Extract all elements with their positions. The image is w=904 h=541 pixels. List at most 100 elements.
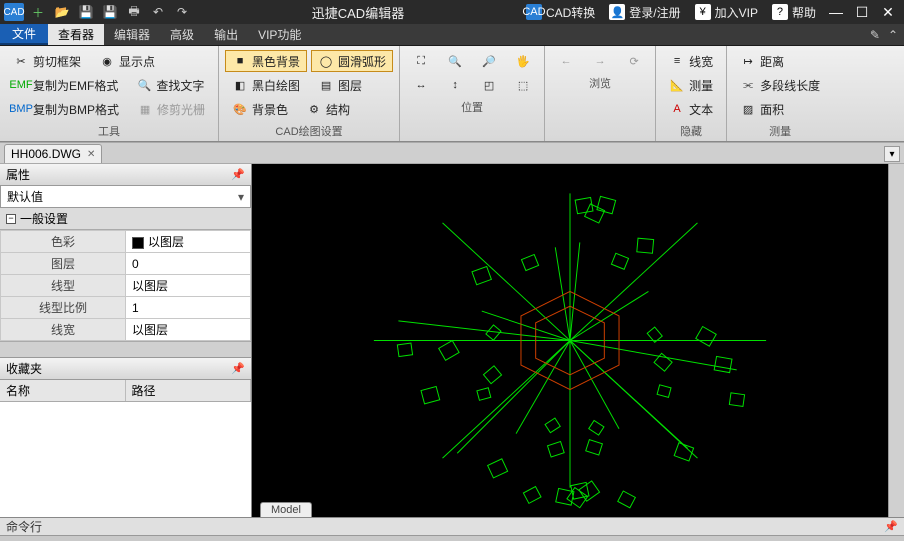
close-button[interactable]: ✕ — [876, 2, 900, 22]
zoom-extents-button[interactable]: ⛶ — [406, 50, 436, 72]
text-toggle-button[interactable]: A文本 — [662, 98, 720, 120]
tabs-dropdown[interactable]: ▾ — [884, 146, 900, 162]
zoom-in-button[interactable]: 🔍 — [440, 50, 470, 72]
measure-toggle-button[interactable]: 📐测量 — [662, 74, 720, 96]
cad-convert-icon: CAD — [526, 4, 542, 20]
save-as-icon[interactable]: 💾 — [100, 3, 120, 21]
refresh-icon: ⟳ — [626, 53, 642, 69]
undo-icon[interactable]: ↶ — [148, 3, 168, 21]
collapse-section-icon[interactable]: − — [6, 214, 16, 224]
favorites-list — [0, 402, 251, 517]
group-label-hide: 隐藏 — [662, 120, 720, 141]
minimize-button[interactable]: — — [824, 2, 848, 22]
ribbon-group-tools: ✂剪切框架 ◉显示点 EMF复制为EMF格式 🔍查找文字 BMP复制为BMP格式… — [0, 46, 219, 141]
yen-icon: ¥ — [695, 4, 711, 20]
open-icon[interactable]: 📂 — [52, 3, 72, 21]
prop-row: 线宽以图层 — [1, 319, 251, 341]
pin-icon[interactable]: 📌 — [231, 362, 245, 375]
find-text-button[interactable]: 🔍查找文字 — [129, 74, 211, 96]
document-tab-label: HH006.DWG — [11, 147, 81, 161]
zoom-all-button[interactable]: ⬚ — [508, 74, 538, 96]
menu-bar: 文件 查看器 编辑器 高级 输出 VIP功能 ✎ ⌃ — [0, 24, 904, 46]
col-path[interactable]: 路径 — [126, 380, 252, 401]
tab-viewer[interactable]: 查看器 — [48, 24, 104, 45]
zoom-in-icon: 🔍 — [447, 53, 463, 69]
title-bar: CAD ＋ 📂 💾 💾 🖶 ↶ ↷ 迅捷CAD编辑器 CADCAD转换 👤登录/… — [0, 0, 904, 24]
copy-bmp-button[interactable]: BMP复制为BMP格式 — [6, 98, 126, 120]
show-dot-button[interactable]: ◉显示点 — [92, 50, 162, 72]
bw-draw-button[interactable]: ◧黑白绘图 — [225, 74, 307, 96]
default-combo[interactable]: 默认值 ▾ — [0, 186, 251, 208]
fit-width-button[interactable]: ↔ — [406, 74, 436, 96]
section-label: 一般设置 — [20, 210, 68, 227]
redo-icon[interactable]: ↷ — [172, 3, 192, 21]
hand-icon: 🖐 — [515, 53, 531, 69]
zoom-window-button[interactable]: ◰ — [474, 74, 504, 96]
favorites-header: 收藏夹 📌 — [0, 358, 251, 380]
tab-output[interactable]: 输出 — [204, 24, 248, 45]
ribbon-group-hide: ≡线宽 📐测量 A文本 隐藏 — [656, 46, 727, 141]
tab-vip[interactable]: VIP功能 — [248, 24, 311, 45]
vip-link[interactable]: ¥加入VIP — [689, 4, 764, 21]
help-link[interactable]: ?帮助 — [766, 4, 822, 21]
pin-icon[interactable]: 📌 — [231, 168, 245, 181]
print-icon[interactable]: 🖶 — [124, 3, 144, 21]
zoom-out-button[interactable]: 🔎 — [474, 50, 504, 72]
group-label-tools: 工具 — [6, 120, 212, 141]
command-line[interactable]: 命令行 📌 — [0, 517, 904, 535]
fit-height-button[interactable]: ↕ — [440, 74, 470, 96]
area-icon: ▨ — [740, 101, 756, 117]
document-tab[interactable]: HH006.DWG ✕ — [4, 144, 102, 163]
structure-button[interactable]: ⚙结构 — [299, 98, 357, 120]
lineweight-icon: ≡ — [669, 53, 685, 69]
lineweight-button[interactable]: ≡线宽 — [662, 50, 720, 72]
polyline-length-button[interactable]: ⫘多段线长度 — [733, 74, 827, 96]
palette-icon: 🎨 — [232, 101, 248, 117]
pin-icon[interactable]: 📌 — [884, 520, 898, 533]
tab-editor[interactable]: 编辑器 — [104, 24, 160, 45]
black-bg-icon: ■ — [232, 53, 248, 69]
status-bar — [0, 535, 904, 541]
col-name[interactable]: 名称 — [0, 380, 126, 401]
black-bg-button[interactable]: ■黑色背景 — [225, 50, 307, 72]
property-section[interactable]: − 一般设置 — [0, 208, 251, 230]
new-icon[interactable]: ＋ — [28, 3, 48, 21]
zoom-all-icon: ⬚ — [515, 77, 531, 93]
drawing-canvas[interactable] — [252, 164, 888, 517]
smooth-arc-button[interactable]: ◯圆滑弧形 — [311, 50, 393, 72]
combo-value: 默认值 — [7, 188, 43, 205]
prop-row: 线型以图层 — [1, 275, 251, 297]
refresh-button: ⟳ — [619, 50, 649, 72]
distance-button[interactable]: ↦距离 — [733, 50, 791, 72]
file-menu[interactable]: 文件 — [0, 24, 48, 45]
ribbon-group-browse: ← → ⟳ 浏览 — [545, 46, 656, 141]
pan-button[interactable]: 🖐 — [508, 50, 538, 72]
group-label-position: 位置 — [406, 96, 538, 117]
properties-scrollbar[interactable] — [0, 341, 251, 357]
ribbon-group-cad-settings: ■黑色背景 ◯圆滑弧形 ◧黑白绘图 ▤图层 🎨背景色 ⚙结构 CAD绘图设置 — [219, 46, 400, 141]
text-icon: A — [669, 101, 685, 117]
command-line-label: 命令行 — [6, 518, 42, 535]
vertical-scrollbar[interactable] — [888, 164, 904, 517]
tab-advanced[interactable]: 高级 — [160, 24, 204, 45]
favorites-columns: 名称 路径 — [0, 380, 251, 402]
bw-icon: ◧ — [232, 77, 248, 93]
maximize-button[interactable]: ☐ — [850, 2, 874, 22]
favorites-pane: 收藏夹 📌 名称 路径 — [0, 357, 251, 517]
copy-emf-button[interactable]: EMF复制为EMF格式 — [6, 74, 125, 96]
pencil-icon[interactable]: ✎ — [870, 28, 880, 42]
close-tab-icon[interactable]: ✕ — [87, 149, 95, 160]
collapse-ribbon-icon[interactable]: ⌃ — [888, 28, 898, 42]
login-link[interactable]: 👤登录/注册 — [603, 4, 686, 21]
cad-convert-link[interactable]: CADCAD转换 — [520, 4, 601, 21]
layer-button[interactable]: ▤图层 — [311, 74, 369, 96]
bg-color-button[interactable]: 🎨背景色 — [225, 98, 295, 120]
group-label-browse: 浏览 — [551, 72, 649, 93]
area-button[interactable]: ▨面积 — [733, 98, 791, 120]
prev-button: ← — [551, 50, 581, 72]
model-tab[interactable]: Model — [260, 502, 312, 517]
save-icon[interactable]: 💾 — [76, 3, 96, 21]
cut-frame-button[interactable]: ✂剪切框架 — [6, 50, 88, 72]
prop-row: 图层0 — [1, 253, 251, 275]
distance-icon: ↦ — [740, 53, 756, 69]
